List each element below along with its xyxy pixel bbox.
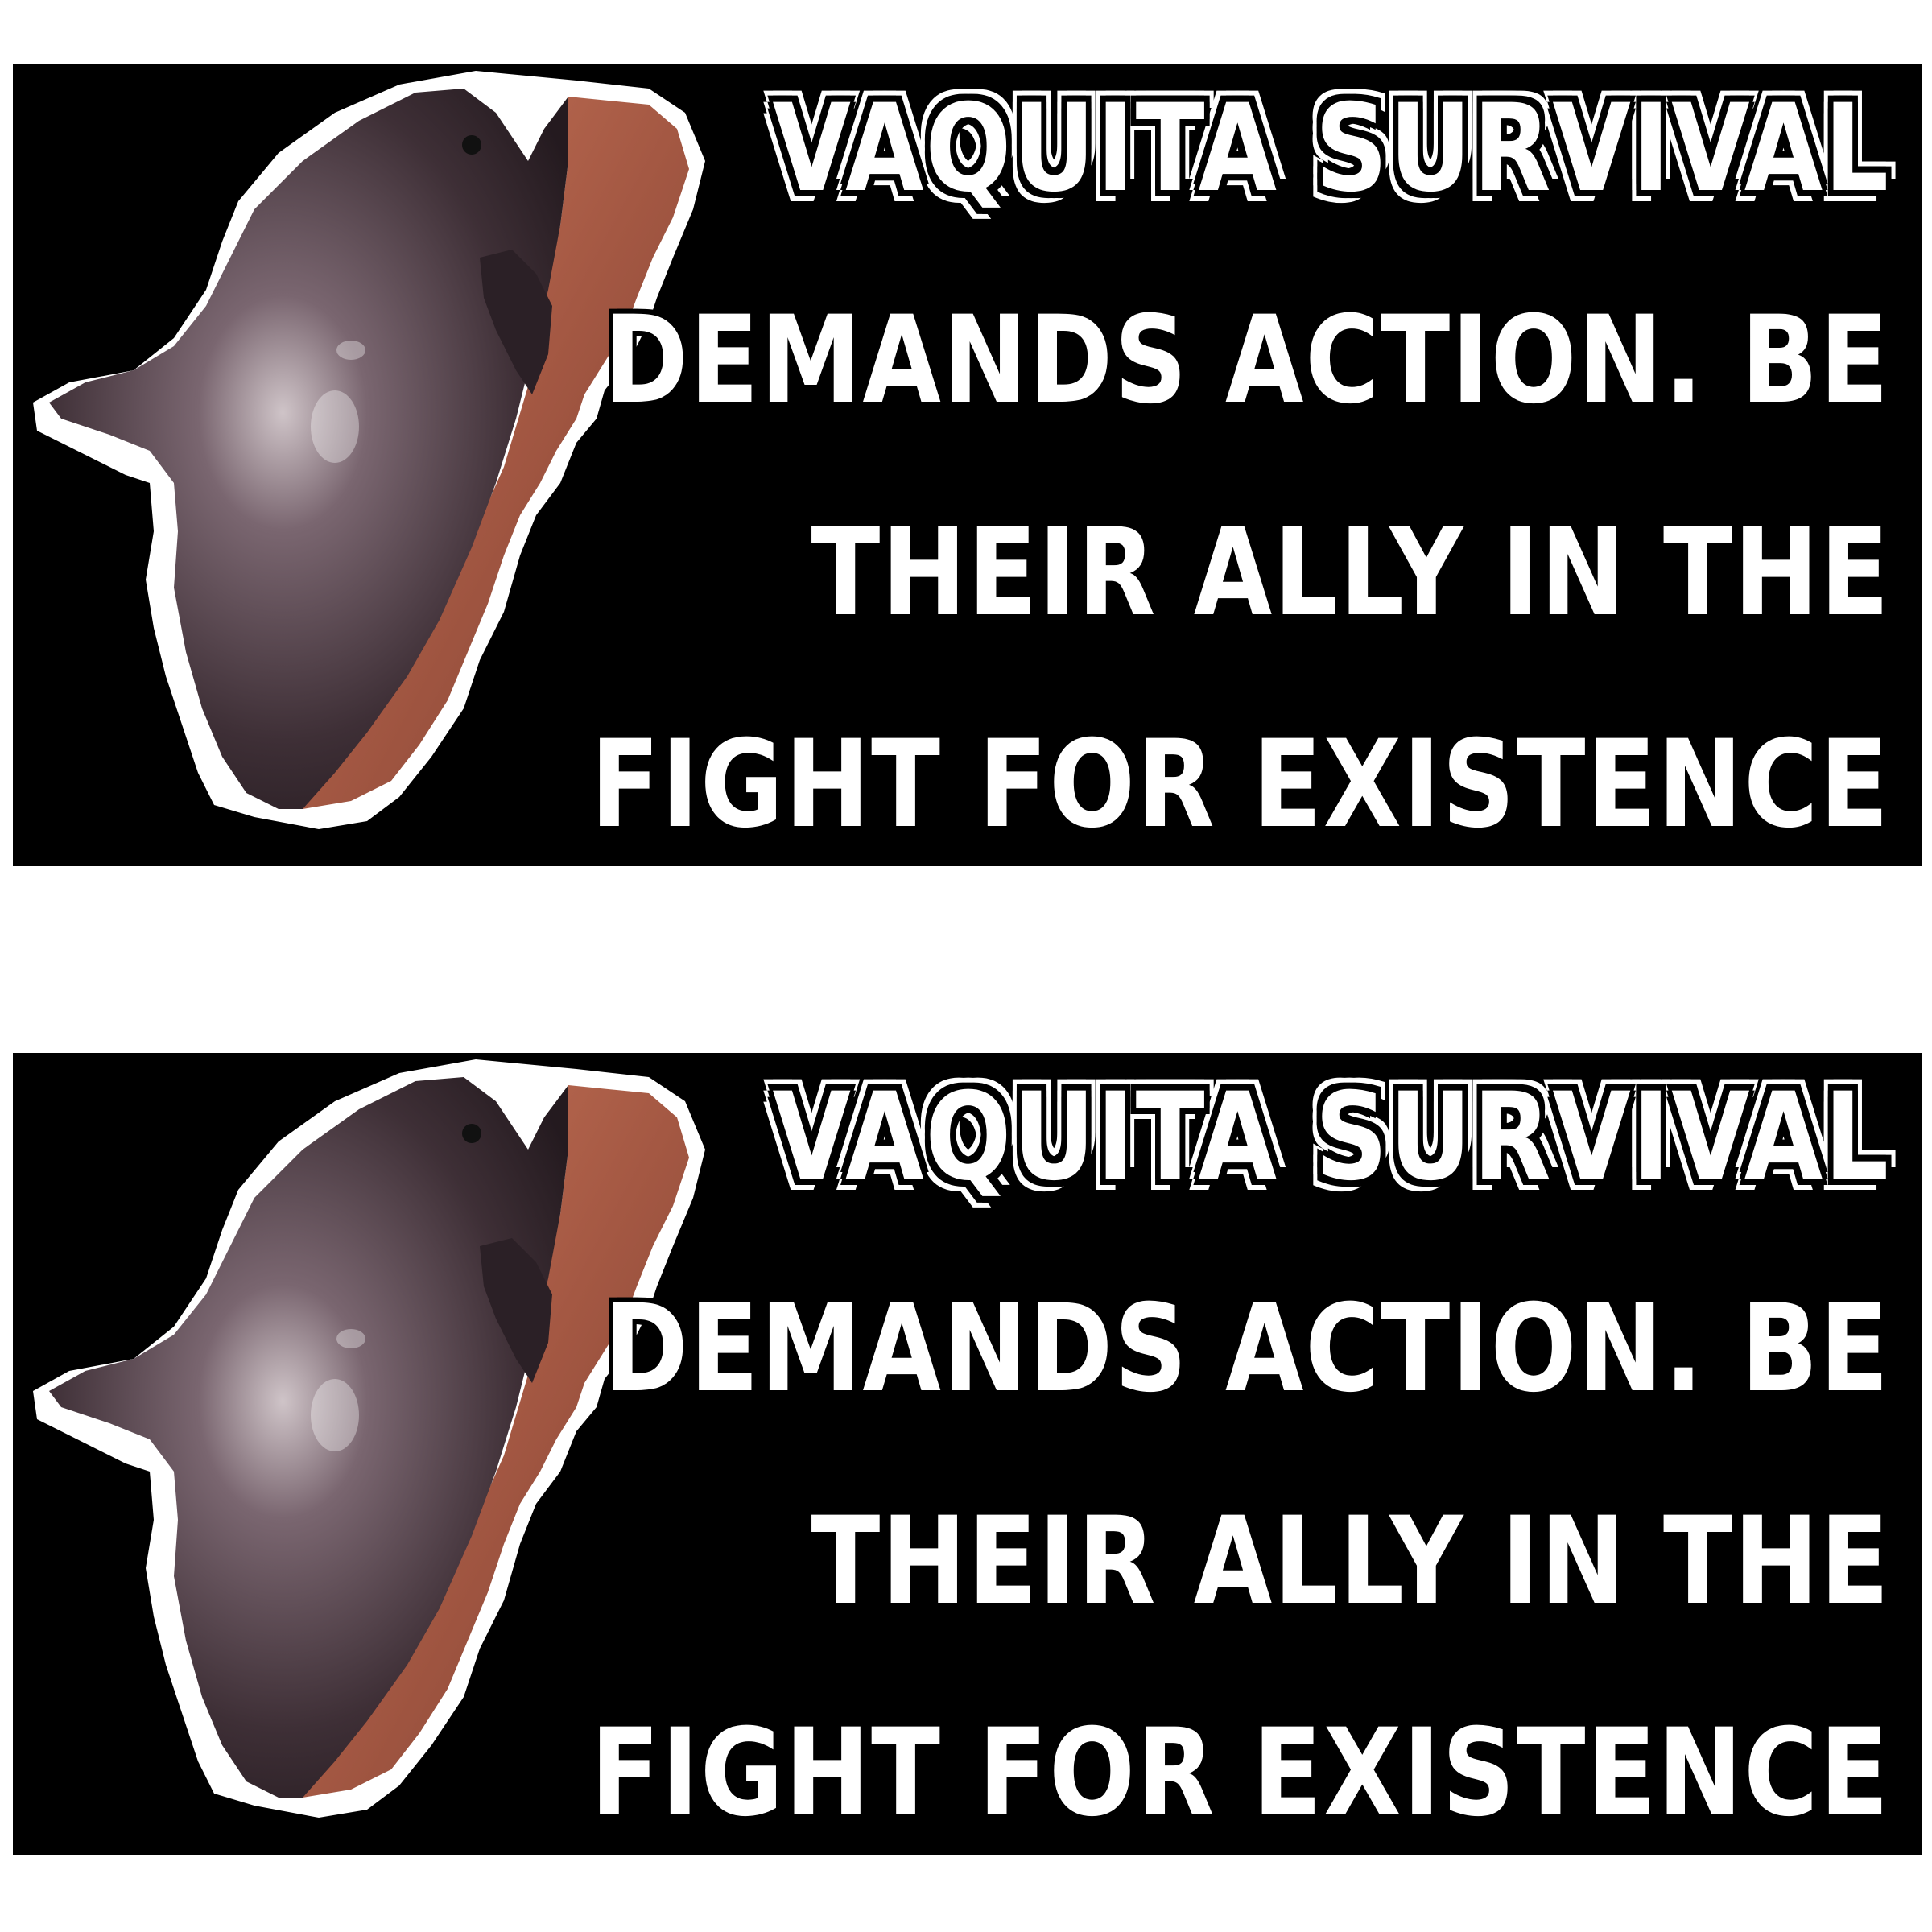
slogan-text: VAQUITA SURVIVAL DEMANDS ACTION. BE THEI… [591, 79, 1890, 845]
slogan-line-4: FIGHT FOR EXISTENCE [590, 714, 1890, 855]
slogan-line-4: FIGHT FOR EXISTENCE [590, 1703, 1890, 1843]
slogan-line-2: DEMANDS ACTION. BE [604, 1279, 1890, 1420]
slogan-line-1: VAQUITA SURVIVAL [772, 1067, 1890, 1208]
slogan-text: VAQUITA SURVIVAL DEMANDS ACTION. BE THEI… [591, 1067, 1890, 1834]
bumper-sticker-top: VAQUITA SURVIVAL DEMANDS ACTION. BE THEI… [13, 64, 1922, 866]
slogan-line-3: THEIR ALLY IN THE [810, 502, 1890, 643]
bumper-sticker-bottom: VAQUITA SURVIVAL DEMANDS ACTION. BE THEI… [13, 1053, 1922, 1855]
slogan-line-3: THEIR ALLY IN THE [810, 1491, 1890, 1632]
slogan-line-2: DEMANDS ACTION. BE [604, 291, 1890, 431]
slogan-line-1: VAQUITA SURVIVAL [772, 79, 1890, 219]
vaquita-eye [462, 1124, 481, 1143]
page: VAQUITA SURVIVAL DEMANDS ACTION. BE THEI… [0, 0, 1932, 1932]
vaquita-eye [462, 135, 481, 155]
